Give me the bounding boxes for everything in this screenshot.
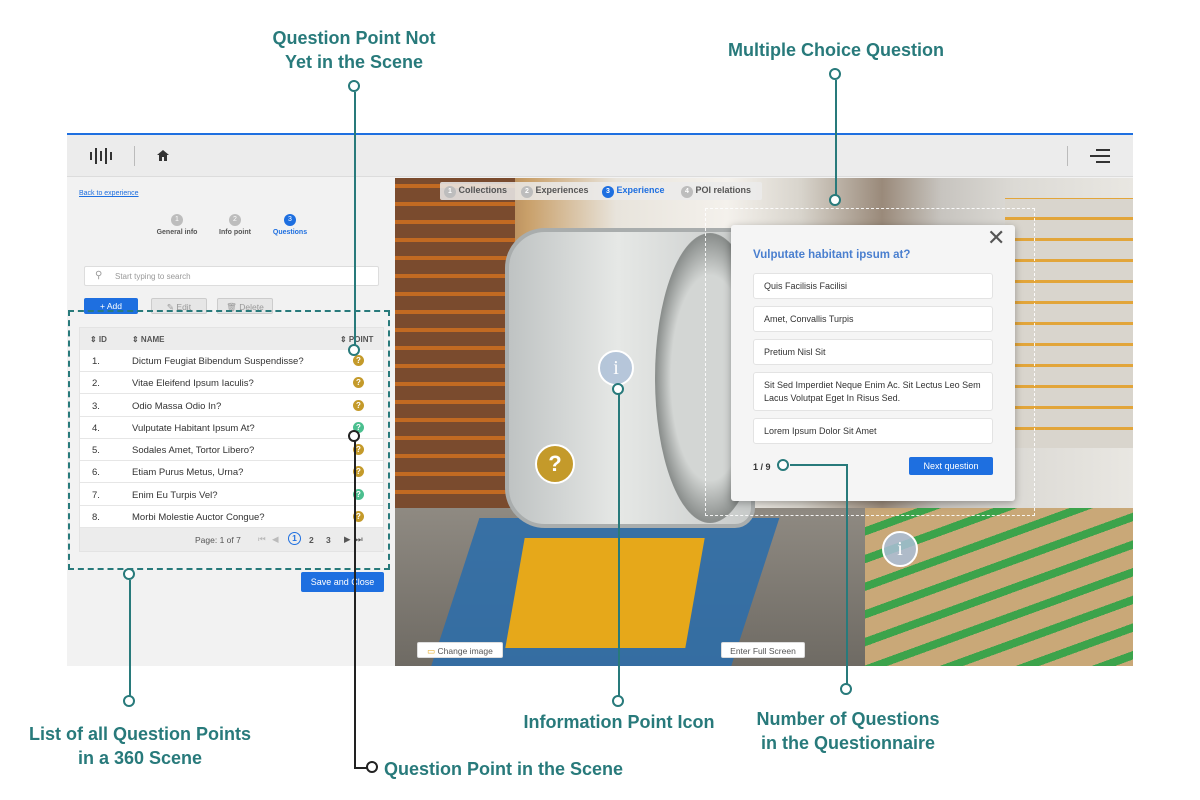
callout-dot: [123, 568, 135, 580]
callout-dot: [348, 430, 360, 442]
step-label: Experiences: [535, 185, 589, 195]
question-point-icon[interactable]: ?: [535, 444, 575, 484]
change-image-button[interactable]: ▭ Change image: [417, 642, 503, 658]
callout-not-in-scene: Question Point Not Yet in the Scene: [268, 26, 440, 74]
callout-dot: [777, 459, 789, 471]
wizard-step[interactable]: 1 General info: [147, 208, 207, 236]
callout-text: List of all Question Points: [28, 724, 251, 744]
step-number: 2: [521, 186, 533, 198]
modal-highlight-frame: [705, 208, 1035, 516]
step-number: 3: [602, 186, 614, 198]
callout-num-q: Number of Questions in the Questionnaire: [750, 707, 946, 755]
breadcrumb-steps: 1 Collections 2 Experiences 3 Experience…: [440, 182, 762, 200]
callout-info-icon: Information Point Icon: [523, 712, 715, 732]
hamburger-menu-icon[interactable]: [1090, 149, 1110, 163]
breadcrumb-step[interactable]: 1 Collections: [444, 185, 507, 198]
step-label: Questions: [272, 229, 308, 236]
step-number: 2: [229, 214, 241, 226]
step-number: 1: [171, 214, 183, 226]
step-label: General info: [156, 229, 198, 236]
callout-line: [354, 437, 356, 768]
callout-dot: [612, 383, 624, 395]
callout-dot: [612, 695, 624, 707]
breadcrumb-step[interactable]: 3 Experience: [602, 185, 665, 198]
fullscreen-button[interactable]: Enter Full Screen: [721, 642, 805, 658]
wizard-step[interactable]: 3 Questions: [260, 208, 320, 236]
waveform-logo-icon[interactable]: [89, 147, 115, 165]
shelving-left: [395, 178, 515, 508]
step-number: 4: [681, 186, 693, 198]
search-placeholder: Start typing to search: [115, 272, 191, 281]
info-point-icon[interactable]: i: [598, 350, 634, 386]
step-label: Experience: [616, 185, 665, 195]
callout-dot: [366, 761, 378, 773]
callout-line: [129, 580, 131, 696]
info-point-icon[interactable]: i: [882, 531, 918, 567]
callout-line: [618, 394, 620, 700]
callout-dot: [840, 683, 852, 695]
yellow-stand: [505, 538, 705, 648]
search-icon: ⚲: [95, 270, 103, 281]
callout-mcq: Multiple Choice Question: [727, 40, 944, 60]
callout-text: Question Point Not: [272, 28, 436, 48]
callout-line: [354, 92, 356, 350]
callout-text: Number of Questions: [756, 709, 940, 729]
list-highlight-frame: [68, 310, 390, 570]
breadcrumb-step[interactable]: 2 Experiences: [521, 185, 589, 198]
back-link[interactable]: Back to experience: [79, 190, 139, 197]
callout-text: in a 360 Scene: [77, 748, 203, 768]
step-label: Info point: [219, 229, 251, 236]
callout-line: [790, 464, 848, 466]
divider: [1067, 146, 1068, 166]
callout-dot: [123, 695, 135, 707]
step-label: Collections: [458, 185, 508, 195]
app-window: Back to experience 1 General info 2 Info…: [67, 133, 1133, 666]
callout-line: [835, 80, 837, 196]
wizard-step[interactable]: 2 Info point: [205, 208, 265, 236]
change-image-label: Change image: [437, 646, 493, 656]
save-and-close-button[interactable]: Save and Close: [301, 572, 384, 592]
search-input[interactable]: ⚲ Start typing to search: [84, 266, 379, 286]
callout-text: Yet in the Scene: [284, 52, 424, 72]
callout-list: List of all Question Points in a 360 Sce…: [20, 722, 260, 770]
divider: [134, 146, 135, 166]
callout-dot: [348, 344, 360, 356]
callout-dot: [348, 80, 360, 92]
step-number: 3: [284, 214, 296, 226]
step-number: 1: [444, 186, 456, 198]
callout-dot: [829, 68, 841, 80]
callout-text: in the Questionnaire: [760, 733, 936, 753]
callout-line: [846, 464, 848, 686]
folder-icon: ▭: [427, 646, 436, 656]
home-icon[interactable]: [157, 150, 169, 161]
step-label: POI relations: [695, 185, 752, 195]
breadcrumb-step[interactable]: 4 POI relations: [681, 185, 751, 198]
top-bar: [67, 135, 1133, 177]
callout-dot: [829, 194, 841, 206]
scene-360-view[interactable]: 1 Collections 2 Experiences 3 Experience…: [395, 178, 1133, 666]
wizard-steps: 1 General info 2 Info point 3 Questions: [147, 208, 327, 238]
callout-in-scene: Question Point in the Scene: [384, 759, 624, 779]
